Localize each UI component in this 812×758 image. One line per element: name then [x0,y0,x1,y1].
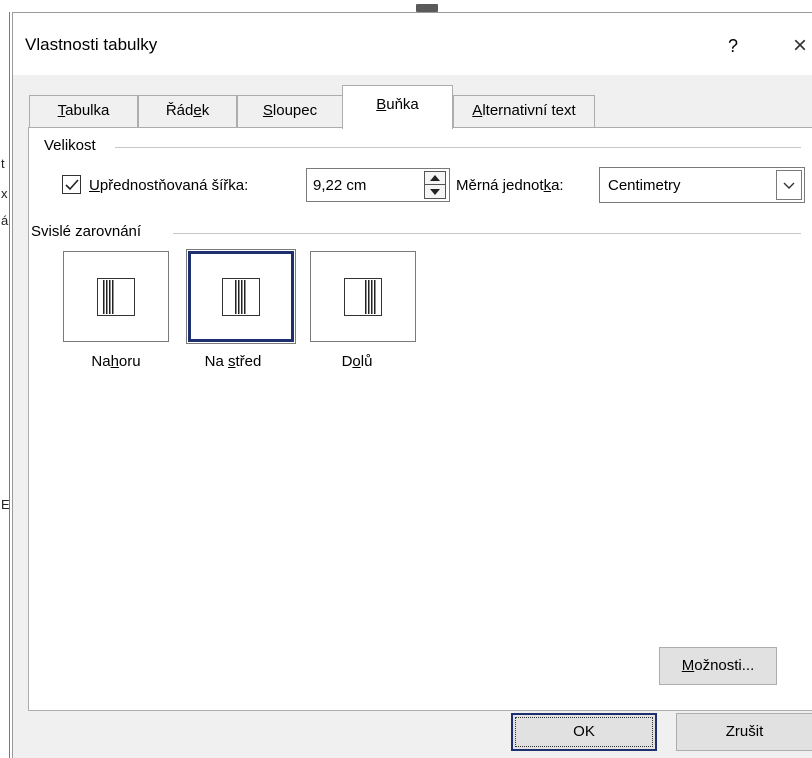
size-group-divider [115,147,801,148]
tab-cell[interactable]: Buňka [342,85,453,129]
table-properties-dialog: Vlastnosti tabulky ? × Tabulka Řádek Slo… [12,12,812,758]
document-text-fragment: t [1,156,5,171]
align-center-icon [222,278,260,316]
tab-row[interactable]: Řádek [138,95,237,127]
checkmark-icon [65,179,79,191]
document-text-fragment: x [1,186,8,201]
align-center-label: Na střed [204,353,262,370]
title-bar[interactable]: Vlastnosti tabulky ? × [13,13,812,75]
preferred-width-checkbox[interactable] [62,175,81,194]
unit-dropdown-button[interactable] [776,170,802,200]
arrow-up-icon [430,175,440,181]
ruler-marker [416,4,438,12]
document-text-fragment: á [1,213,9,228]
unit-select-value: Centimetry [608,177,681,194]
unit-label: Měrná jednotka: [456,177,564,194]
arrow-down-icon [430,189,440,195]
spin-down-button[interactable] [425,185,445,198]
background-document: t x á E [0,0,12,758]
unit-select[interactable]: Centimetry [599,167,805,203]
align-top-icon [97,278,135,316]
width-spinner[interactable] [424,171,446,199]
spin-up-button[interactable] [425,172,445,185]
dialog-title: Vlastnosti tabulky [25,35,158,54]
vertical-alignment-divider [173,233,801,234]
tab-column[interactable]: Sloupec [237,95,343,127]
align-bottom-button[interactable] [310,251,416,342]
cancel-button[interactable]: Zrušit [676,713,812,751]
document-text-fragment: E [1,497,10,512]
preferred-width-input[interactable]: 9,22 cm [306,168,450,202]
ok-button[interactable]: OK [511,713,657,751]
document-top-edge [0,0,812,12]
align-bottom-label: Dolů [341,353,373,370]
ok-button-focus: OK [515,717,653,747]
size-group-label: Velikost [44,137,102,154]
align-center-button[interactable] [186,249,296,344]
options-button[interactable]: Možnosti... [659,647,777,685]
chevron-down-icon [783,182,795,189]
document-margin-line [9,0,10,758]
align-top-button[interactable] [63,251,169,342]
preferred-width-value: 9,22 cm [313,177,367,194]
tab-alt-text[interactable]: Alternativní text [453,95,595,127]
align-top-label: Nahoru [91,353,141,370]
cell-tab-panel [28,127,812,711]
align-bottom-icon [344,278,382,316]
vertical-alignment-group-label: Svislé zarovnání [31,223,148,240]
preferred-width-label[interactable]: Upřednostňovaná šířka: [89,177,248,194]
tab-table[interactable]: Tabulka [29,95,138,127]
help-button[interactable]: ? [718,31,748,61]
close-button[interactable]: × [785,31,812,61]
